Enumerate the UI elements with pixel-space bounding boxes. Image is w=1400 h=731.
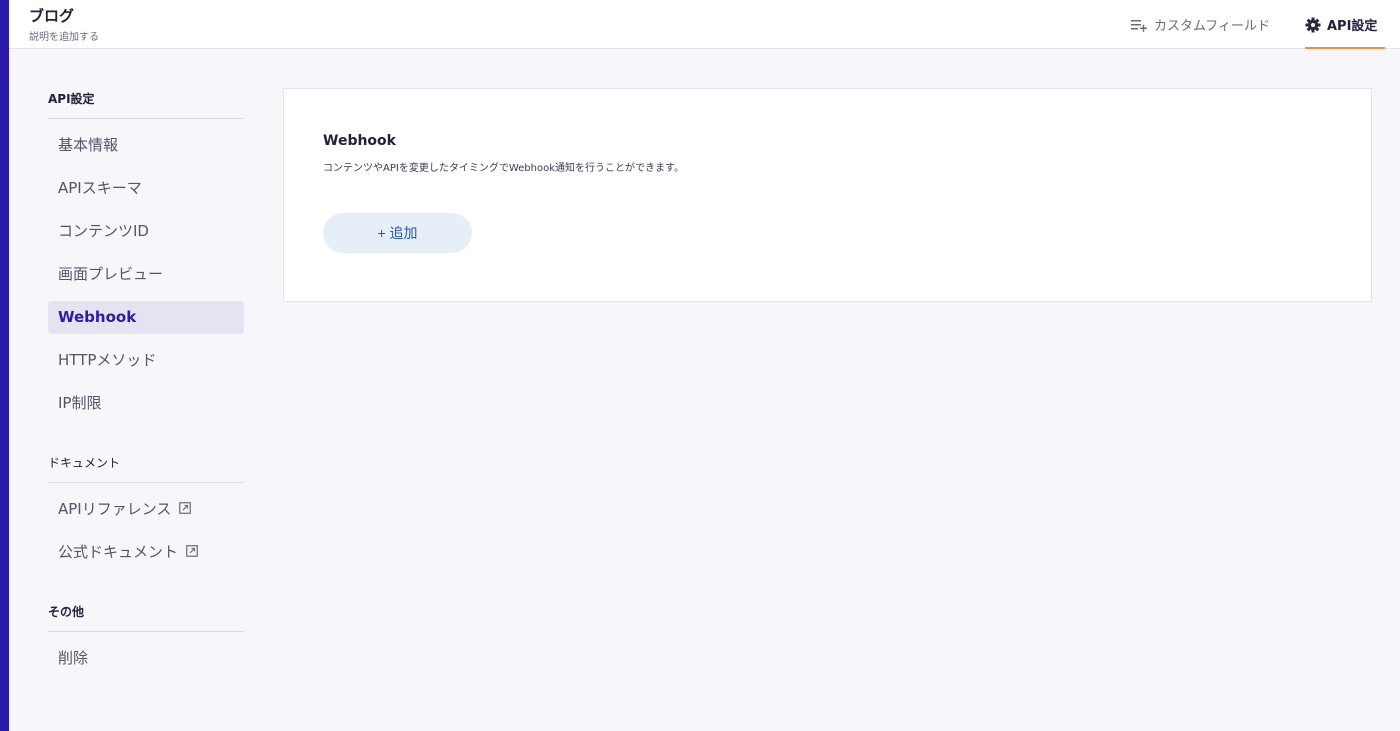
gear-icon bbox=[1305, 17, 1321, 33]
sidebar-section-documents: ドキュメント bbox=[48, 444, 244, 483]
sidebar-item-basic-info[interactable]: 基本情報 bbox=[48, 129, 244, 162]
page-description-link[interactable]: 説明を追加する bbox=[29, 28, 99, 43]
list-add-icon bbox=[1130, 18, 1148, 32]
sidebar-item-webhook[interactable]: Webhook bbox=[48, 301, 244, 334]
tab-api-settings-label: API設定 bbox=[1327, 19, 1378, 34]
add-webhook-button[interactable]: + 追加 bbox=[323, 213, 472, 253]
webhook-title: Webhook bbox=[323, 133, 396, 149]
sidebar-item-official-docs[interactable]: 公式ドキュメント bbox=[48, 536, 244, 569]
webhook-description: コンテンツやAPIを変更したタイミングでWebhook通知を行うことができます。 bbox=[323, 163, 684, 174]
sidebar-item-api-schema[interactable]: APIスキーマ bbox=[48, 172, 244, 205]
settings-sidebar: API設定 基本情報 APIスキーマ コンテンツID 画面プレビュー Webho… bbox=[48, 80, 244, 675]
sidebar-item-api-reference-label: APIリファレンス bbox=[58, 500, 172, 518]
page-title: ブログ bbox=[29, 7, 75, 25]
webhook-card: Webhook コンテンツやAPIを変更したタイミングでWebhook通知を行う… bbox=[283, 88, 1372, 302]
external-link-icon bbox=[179, 493, 192, 526]
sidebar-item-ip-restriction[interactable]: IP制限 bbox=[48, 387, 244, 420]
sidebar-item-preview[interactable]: 画面プレビュー bbox=[48, 258, 244, 291]
sidebar-section-api-settings: API設定 bbox=[48, 80, 244, 119]
tab-custom-fields[interactable]: カスタムフィールド bbox=[1130, 0, 1270, 49]
sidebar-section-other: その他 bbox=[48, 593, 244, 632]
sidebar-item-api-reference[interactable]: APIリファレンス bbox=[48, 493, 244, 526]
external-link-icon bbox=[186, 536, 198, 569]
sidebar-item-content-id[interactable]: コンテンツID bbox=[48, 215, 244, 248]
tab-custom-fields-label: カスタムフィールド bbox=[1154, 19, 1270, 34]
sidebar-item-http-method[interactable]: HTTPメソッド bbox=[48, 344, 244, 377]
app-sidebar-strip bbox=[0, 0, 9, 731]
sidebar-item-official-docs-label: 公式ドキュメント bbox=[58, 543, 179, 561]
tab-api-settings[interactable]: API設定 bbox=[1305, 0, 1385, 49]
page-header: ブログ 説明を追加する カスタムフィールド API設定 bbox=[9, 0, 1400, 49]
sidebar-item-delete[interactable]: 削除 bbox=[48, 642, 244, 675]
